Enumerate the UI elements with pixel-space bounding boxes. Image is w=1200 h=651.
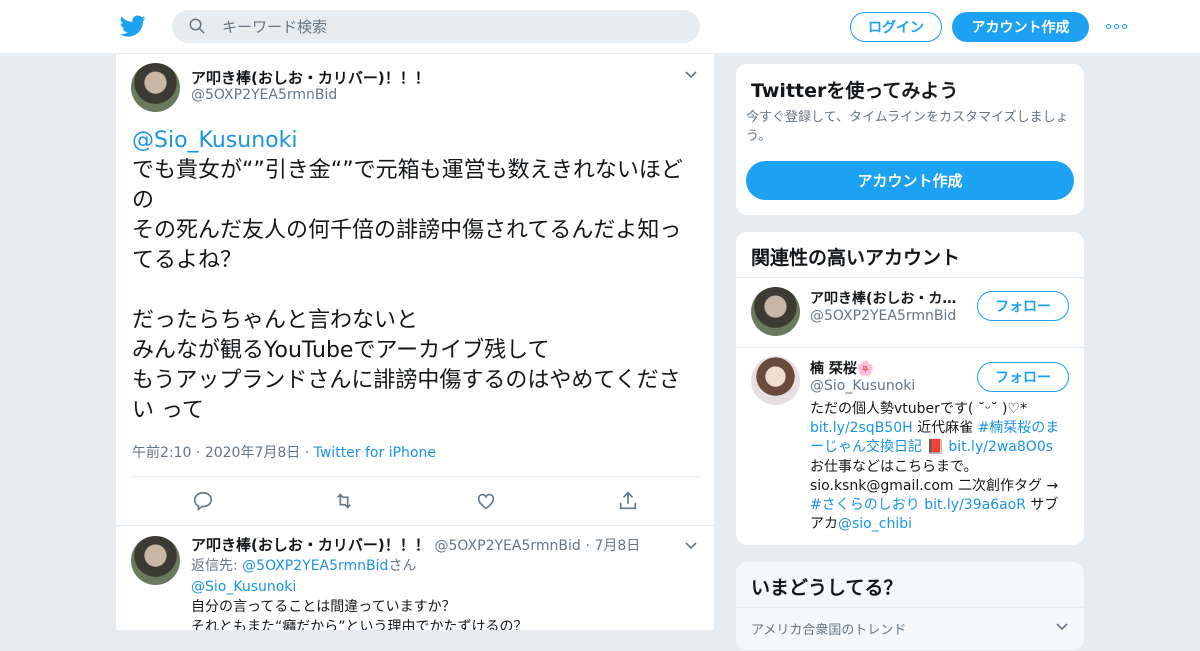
- bio-text: ただの個人勢vtuberです( ˘ᵕ˘ )♡*: [810, 401, 1028, 417]
- card-title: Twitterを使ってみよう: [751, 80, 959, 102]
- avatar[interactable]: [131, 63, 180, 112]
- trends-subtitle: アメリカ合衆国のトレンド: [751, 623, 907, 638]
- card-description: 今すぐ登録して、タイムラインをカスタマイズしましょう。: [746, 110, 1069, 144]
- divider: [116, 525, 714, 526]
- avatar[interactable]: [751, 356, 800, 405]
- reply-to-prefix: 返信先:: [191, 558, 243, 574]
- bio-link[interactable]: bit.ly/2sqB50H: [810, 420, 913, 436]
- account-name[interactable]: 楠 栞桜🌸: [810, 358, 874, 378]
- search-box[interactable]: [172, 10, 700, 43]
- top-bar: ログイン アカウント作成: [0, 0, 1200, 54]
- avatar[interactable]: [751, 287, 800, 336]
- divider: [130, 476, 700, 477]
- bio-text: 近代麻雀: [912, 420, 978, 437]
- chevron-down-icon[interactable]: [685, 542, 697, 550]
- divider: [736, 277, 1084, 278]
- reply-mention-line: @Sio_Kusunoki: [191, 577, 296, 597]
- retweet-icon[interactable]: [333, 490, 355, 512]
- bio-hashtag-link[interactable]: #さくらのしおり: [810, 497, 920, 513]
- reply-text-line: それともまた“癪だから”という理由でかたずけるの？: [191, 619, 528, 630]
- main-column: ア叩き棒(おしお・カリバー)！！！ @5OXP2YEA5rmnBid @Sio_…: [115, 54, 715, 630]
- twitter-bird-icon[interactable]: [120, 13, 146, 39]
- reply-mention-link[interactable]: @Sio_Kusunoki: [191, 579, 296, 595]
- reply-icon[interactable]: [192, 490, 214, 512]
- trends-card: いまどうしてる？ アメリカ合衆国のトレンド: [735, 561, 1085, 651]
- login-button[interactable]: ログイン: [850, 12, 942, 42]
- like-icon[interactable]: [475, 490, 497, 512]
- tweet-author-handle[interactable]: @5OXP2YEA5rmnBid: [191, 87, 337, 103]
- tweet-meta: 午前2:10 · 2020年7月8日 · Twitter for iPhone: [132, 445, 436, 461]
- related-accounts-card: 関連性の高いアカウント ア叩き棒(おしお・カ… @5OXP2YEA5rmnBid…: [735, 231, 1085, 546]
- tweet-body: でも貴女が“”引き金“”で元箱も運営も数えきれないほどの その死んだ友人の何千倍…: [132, 158, 683, 423]
- divider: [736, 607, 1084, 608]
- account-handle[interactable]: @Sio_Kusunoki: [810, 378, 915, 394]
- bio-text: 📕: [922, 439, 949, 456]
- bio-text: お仕事などはこちらまで。 sio.ksnk@gmail.com 二次創作タグ →: [810, 458, 1059, 494]
- account-bio: ただの個人勢vtuberです( ˘ᵕ˘ )♡* bit.ly/2sqB50H 近…: [810, 400, 1070, 534]
- account-name[interactable]: ア叩き棒(おしお・カ…: [810, 288, 956, 308]
- reply-date[interactable]: 7月8日: [594, 538, 640, 554]
- card-title: 関連性の高いアカウント: [751, 247, 961, 269]
- avatar[interactable]: [131, 536, 180, 585]
- reply-to-line: 返信先: @5OXP2YEA5rmnBidさん: [191, 556, 416, 576]
- reply-to-suffix: さん: [388, 558, 417, 574]
- signup-button[interactable]: アカウント作成: [952, 12, 1089, 42]
- account-handle[interactable]: @5OXP2YEA5rmnBid: [810, 308, 956, 324]
- tweet-text: @Sio_Kusunoki でも貴女が“”引き金“”で元箱も運営も数えきれないほ…: [132, 126, 702, 426]
- bio-link[interactable]: bit.ly/2wa8O0s: [948, 439, 1053, 455]
- follow-button[interactable]: フォロー: [977, 362, 1069, 392]
- tweet-author-name[interactable]: ア叩き棒(おしお・カリバー)！！！: [191, 67, 430, 88]
- tweet-source-link[interactable]: Twitter for iPhone: [314, 445, 436, 461]
- tweet-date[interactable]: 2020年7月8日: [205, 445, 300, 461]
- tweet-mention-link[interactable]: @Sio_Kusunoki: [132, 128, 297, 153]
- reply-text-line: 自分の言ってることは間違っていますか？: [191, 599, 456, 615]
- bio-mention-link[interactable]: @sio_chibi: [838, 516, 912, 532]
- reply-author-handle[interactable]: @5OXP2YEA5rmnBid: [435, 538, 581, 554]
- search-input[interactable]: [222, 10, 682, 43]
- tweet-time[interactable]: 午前2:10: [132, 445, 191, 461]
- reply-to-link[interactable]: @5OXP2YEA5rmnBid: [242, 558, 388, 574]
- follow-button[interactable]: フォロー: [977, 291, 1069, 321]
- chevron-down-icon[interactable]: [685, 71, 697, 79]
- more-icon[interactable]: [1106, 18, 1130, 34]
- bio-link[interactable]: bit.ly/39a6aoR: [924, 497, 1026, 513]
- try-twitter-card: Twitterを使ってみよう 今すぐ登録して、タイムラインをカスタマイズしましょ…: [735, 63, 1085, 216]
- divider: [736, 347, 1084, 348]
- reply-author-name[interactable]: ア叩き棒(おしお・カリバー)！！！: [191, 536, 430, 554]
- card-title: いまどうしてる？: [751, 577, 903, 599]
- reply-header: ア叩き棒(おしお・カリバー)！！！ @5OXP2YEA5rmnBid · 7月8…: [191, 536, 641, 554]
- signup-button[interactable]: アカウント作成: [746, 161, 1074, 200]
- share-icon[interactable]: [617, 490, 639, 512]
- search-icon: [189, 18, 205, 34]
